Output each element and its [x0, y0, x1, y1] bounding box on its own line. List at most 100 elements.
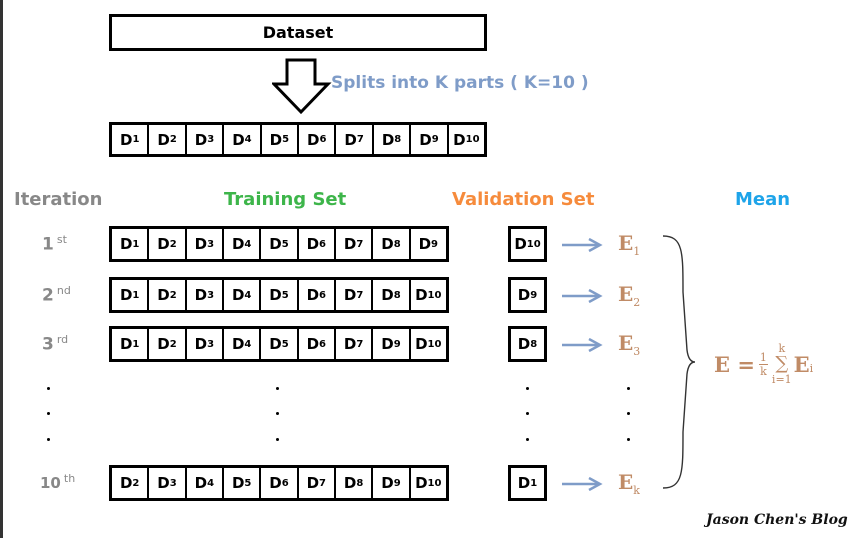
- part-index: 8: [530, 338, 538, 350]
- part-index: 9: [393, 477, 401, 489]
- error-index: 1: [633, 245, 641, 258]
- brace-icon: [662, 235, 695, 489]
- sigma-icon: ∑: [775, 353, 789, 374]
- part-index: 1: [132, 238, 140, 250]
- ellipsis-dot: [47, 412, 50, 415]
- part-index: 6: [319, 289, 327, 301]
- mean-formula: E = 1 k k ∑ i=1 Ei: [714, 342, 813, 386]
- header-training-set: Training Set: [224, 189, 347, 210]
- part-index: 10: [427, 289, 442, 301]
- part-cell: D2: [149, 329, 187, 359]
- formula-lower: i=1: [771, 373, 792, 386]
- ellipsis-dot: [627, 438, 630, 441]
- formula-term: E: [793, 351, 810, 377]
- iteration-label: 10th: [40, 472, 75, 492]
- part-cell: D7: [336, 280, 374, 310]
- dataset-label: Dataset: [262, 23, 334, 42]
- part-index: 7: [356, 338, 364, 350]
- part-cell: D4: [187, 468, 224, 498]
- part-index: 10: [427, 338, 442, 350]
- iteration-number: 1: [42, 234, 54, 255]
- dataset-box: Dataset: [109, 14, 487, 51]
- error-label: E3: [618, 331, 641, 358]
- part-index: 5: [281, 238, 289, 250]
- split-arrow-icon: [272, 58, 332, 115]
- signature: Jason Chen's Blog: [706, 512, 848, 528]
- part-cell: D9: [517, 286, 538, 304]
- part-index: 2: [169, 338, 177, 350]
- part-cell: D9: [411, 125, 449, 154]
- part-cell: D1: [112, 280, 150, 310]
- part-cell: D8: [373, 280, 411, 310]
- part-cell: D4: [224, 125, 262, 154]
- part-index: 2: [169, 238, 177, 250]
- part-cell: D3: [187, 229, 224, 259]
- part-index: 1: [132, 134, 140, 145]
- arrow-right-icon: [562, 338, 603, 352]
- part-index: 8: [393, 289, 401, 301]
- ellipsis-dot: [627, 412, 630, 415]
- part-cell: D4: [224, 229, 262, 259]
- part-cell: D1: [517, 474, 538, 492]
- part-index: 4: [244, 238, 252, 250]
- part-index: 4: [207, 477, 215, 489]
- part-index: 7: [356, 238, 364, 250]
- part-index: 1: [132, 289, 140, 301]
- error-index: 2: [633, 296, 641, 309]
- ellipsis-dot: [47, 438, 50, 441]
- part-cell: D2: [149, 229, 187, 259]
- error-index: 3: [633, 345, 641, 358]
- part-index: 8: [394, 134, 402, 145]
- part-cell: D 10: [514, 235, 541, 253]
- formula-denominator: k: [760, 364, 767, 378]
- iteration-suffix: st: [56, 233, 67, 246]
- part-index: 3: [207, 289, 215, 301]
- part-cell: D6: [299, 329, 336, 359]
- header-mean: Mean: [735, 189, 791, 210]
- part-index: 2: [169, 134, 177, 145]
- iteration-suffix: nd: [56, 284, 71, 297]
- part-index: 7: [319, 477, 327, 489]
- validation-set-box: D 10: [508, 226, 547, 262]
- part-index: 2: [169, 289, 177, 301]
- part-index: 10: [427, 477, 442, 489]
- part-index: 5: [281, 289, 289, 301]
- part-cell: D3: [149, 468, 187, 498]
- part-cell: D6: [299, 280, 336, 310]
- formula-term-sub: i: [809, 361, 814, 375]
- iteration-label: 3rd: [42, 333, 68, 355]
- ellipsis-dot: [526, 412, 529, 415]
- left-border: [0, 0, 3, 538]
- part-cell: D8: [373, 229, 411, 259]
- ellipsis-dot: [276, 412, 279, 415]
- part-index: 7: [356, 289, 364, 301]
- part-cell: D9: [418, 235, 438, 253]
- part-cell: D7: [336, 329, 374, 359]
- part-cell: D5: [261, 229, 299, 259]
- split-label: Splits into K parts ( K=10 ): [331, 73, 589, 93]
- ellipsis-dot: [627, 387, 630, 390]
- part-index: 9: [431, 134, 439, 145]
- part-cell: D3: [187, 280, 224, 310]
- part-cell: D 10: [415, 286, 442, 304]
- part-cell: D 10: [415, 474, 442, 492]
- part-index: 3: [207, 238, 215, 250]
- iteration-suffix: rd: [56, 333, 69, 346]
- part-cell: D6: [261, 468, 299, 498]
- ellipsis-dot: [47, 387, 50, 390]
- part-index: 2: [132, 477, 140, 489]
- validation-set-box: D1: [508, 465, 547, 501]
- part-cell: D 10: [453, 130, 480, 149]
- iteration-label: 1st: [42, 233, 67, 255]
- part-index: 6: [319, 134, 327, 145]
- part-index: 3: [207, 134, 215, 145]
- iteration-number: 3: [42, 334, 54, 355]
- part-cell: D9: [373, 468, 411, 498]
- header-validation-set: Validation Set: [452, 189, 595, 210]
- part-cell: D2: [149, 125, 187, 154]
- part-index: 8: [356, 477, 364, 489]
- part-cell: D5: [224, 468, 262, 498]
- part-cell: D8: [336, 468, 374, 498]
- ellipsis-dot: [276, 438, 279, 441]
- arrow-right-icon: [562, 477, 603, 491]
